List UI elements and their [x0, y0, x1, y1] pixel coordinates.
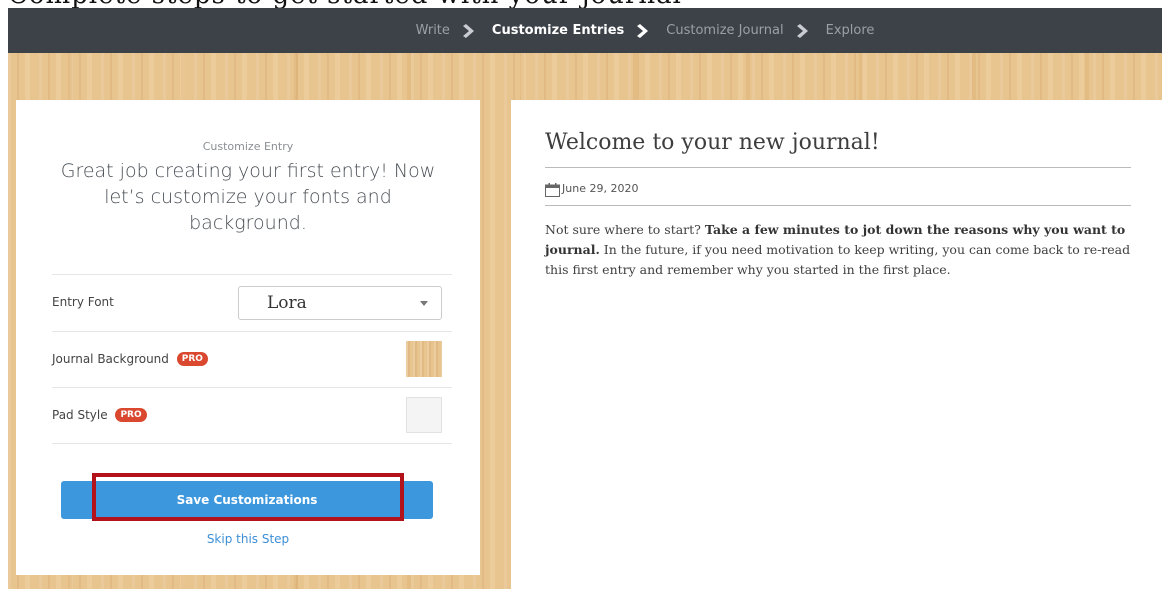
panel-eyebrow: Customize Entry	[202, 140, 294, 153]
calendar-icon	[545, 182, 561, 197]
skip-step-link[interactable]: Skip this Step	[16, 532, 480, 546]
step-navbar: Write Customize Entries Customize Journa…	[8, 8, 1162, 53]
chevron-right-icon	[634, 23, 656, 39]
entry-body: Not sure where to start? Take a few minu…	[545, 220, 1135, 280]
entry-date: June 29, 2020	[562, 182, 639, 195]
nav-step-customize-entries[interactable]: Customize Entries	[492, 23, 624, 38]
journal-background-label: Journal Background	[52, 352, 169, 366]
chevron-right-icon	[794, 23, 816, 39]
journal-background-label-wrap: Journal Background PRO	[52, 332, 208, 387]
entry-body-rest: In the future, if you need motivation to…	[545, 242, 1131, 277]
entry-font-row: Entry Font Lora	[52, 274, 452, 330]
pro-badge: PRO	[176, 351, 208, 366]
pad-style-swatch[interactable]	[406, 397, 442, 433]
pad-style-label: Pad Style	[52, 408, 108, 422]
journal-entry-preview: Welcome to your new journal! June 29, 20…	[511, 100, 1162, 589]
entry-date-row: June 29, 2020	[545, 178, 1131, 206]
save-customizations-button[interactable]: Save Customizations	[61, 481, 433, 519]
customize-entry-panel: Customize Entry Great job creating your …	[16, 100, 480, 575]
nav-step-customize-journal[interactable]: Customize Journal	[666, 23, 783, 38]
clipped-heading-text: Complete steps to get started with your …	[8, 0, 682, 8]
entry-font-select[interactable]: Lora	[238, 286, 442, 320]
panel-heading: Great job creating your first entry! Now…	[60, 160, 436, 234]
journal-background-row: Journal Background PRO	[52, 331, 452, 387]
pad-style-row: Pad Style PRO	[52, 387, 452, 444]
top-strip: Complete steps to get started with your …	[0, 0, 1162, 8]
entry-font-label: Entry Font	[52, 295, 114, 309]
nav-step-explore[interactable]: Explore	[826, 23, 875, 38]
step-breadcrumb: Write Customize Entries Customize Journa…	[416, 23, 875, 39]
nav-step-write[interactable]: Write	[416, 23, 450, 38]
pad-style-label-wrap: Pad Style PRO	[52, 388, 147, 443]
entry-body-intro: Not sure where to start?	[545, 222, 705, 237]
journal-background-swatch[interactable]	[406, 341, 442, 377]
pro-badge: PRO	[115, 407, 147, 422]
caret-down-icon	[420, 301, 428, 306]
app-stage: Write Customize Entries Customize Journa…	[8, 8, 1162, 589]
entry-title: Welcome to your new journal!	[545, 130, 1131, 168]
entry-font-value: Lora	[267, 293, 307, 313]
chevron-right-icon	[460, 23, 482, 39]
